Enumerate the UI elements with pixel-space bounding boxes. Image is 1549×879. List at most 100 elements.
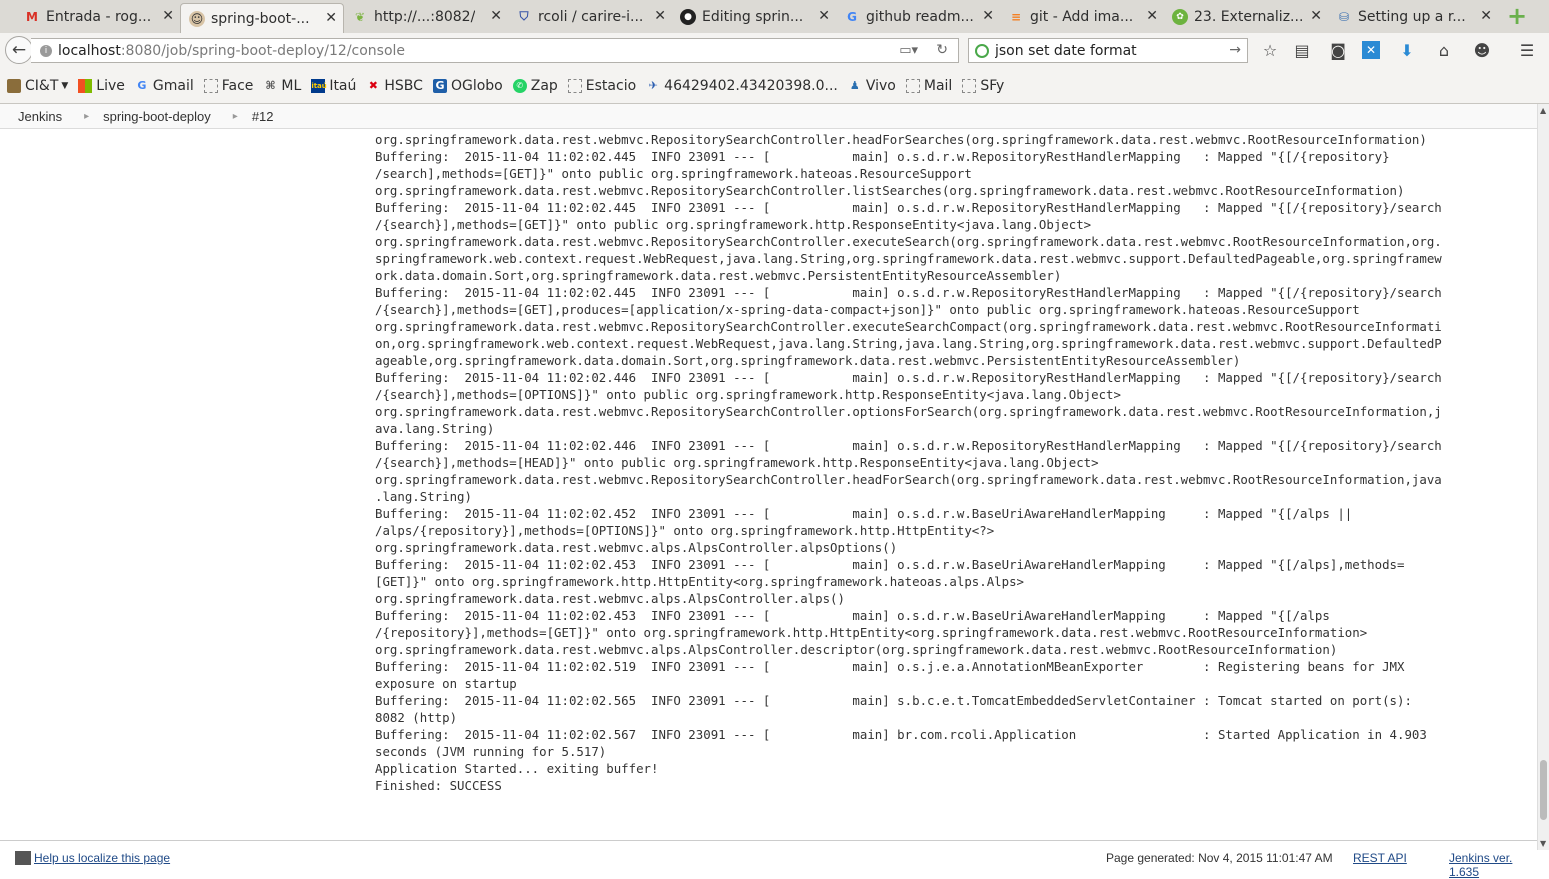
page-scrollbar[interactable]: ▲ ▼ [1537,104,1549,850]
console-line: Buffering: 2015-11-04 11:02:02.445 INFO … [375,149,1390,164]
close-icon[interactable]: ✕ [325,10,337,26]
bookmark-zap[interactable]: ✆ Zap [512,78,558,94]
jenkins-version-link[interactable]: Jenkins ver. 1.635 [1449,851,1537,879]
bookmark-live[interactable]: Live [78,78,125,94]
reader-view-icon[interactable]: ▭▾ [899,43,918,58]
scrollbar-thumb[interactable] [1540,760,1547,820]
scroll-up-icon[interactable]: ▲ [1540,106,1546,115]
back-button[interactable]: ← [5,36,33,64]
star-icon[interactable]: ☆ [1260,41,1280,61]
console-line: org.springframework.data.rest.webmvc.Rep… [375,132,1427,147]
chat-icon[interactable]: ☻ [1472,41,1492,61]
bookmarks-toolbar: CI&T ▼ Live G Gmail Face ⌘ ML itaú Itaú … [0,68,1549,104]
bookmark-face[interactable]: Face [203,78,253,94]
pocket-icon[interactable]: ◙ [1328,41,1348,61]
bookmark-hsbc[interactable]: ✖ HSBC [366,78,423,94]
close-icon[interactable]: ✕ [654,8,666,24]
folder-icon [7,78,21,93]
close-icon[interactable]: ✕ [162,8,174,24]
reload-icon[interactable]: ↻ [936,42,948,58]
console-line: [GET]}" onto org.springframework.http.Ht… [375,574,1025,589]
bookmark-vivo[interactable]: ♟ Vivo [848,78,896,94]
console-line: /{search}],methods=[GET],produces=[appli… [375,302,1360,317]
bookmark-gmail[interactable]: G Gmail [135,78,193,94]
console-line: /{repository}],methods=[GET]}" onto org.… [375,625,1368,640]
info-icon[interactable]: i [40,44,52,57]
close-icon[interactable]: ✕ [1310,8,1322,24]
tab-label: spring-boot-... [211,10,310,27]
bookmark-sfy[interactable]: SFy [962,78,1004,94]
console-line: org.springframework.data.rest.webmvc.Rep… [375,183,1405,198]
extension-icon[interactable]: ✕ [1362,41,1380,59]
close-icon[interactable]: ✕ [1480,8,1492,24]
search-bar[interactable]: → [968,38,1248,63]
bookmark-link[interactable]: ✈ 46429402.43420398.0... [646,78,838,94]
localize-help: Help us localize this page [15,851,170,865]
console-line: org.springframework.data.rest.webmvc.Rep… [375,472,1442,487]
console-line: org.springframework.data.rest.webmvc.alp… [375,642,1338,657]
tab-google[interactable]: G github readm... ✕ [836,2,1000,31]
close-icon[interactable]: ✕ [818,8,830,24]
close-icon[interactable]: ✕ [1146,8,1158,24]
help-localize-link[interactable]: Help us localize this page [34,851,170,865]
bookmark-itau[interactable]: itaú Itaú [311,78,356,94]
new-tab-icon[interactable]: + [1506,4,1528,28]
search-go-icon[interactable]: → [1229,42,1241,58]
github-icon: ● [680,8,696,25]
close-icon[interactable]: ✕ [490,8,502,24]
scroll-down-icon[interactable]: ▼ [1540,839,1546,848]
tab-gmail[interactable]: M Entrada - rog... ✕ [16,2,180,31]
download-icon[interactable]: ⬇ [1397,41,1417,61]
breadcrumb-jenkins[interactable]: Jenkins [0,109,62,124]
page-footer: Help us localize this page Page generate… [0,840,1537,879]
breadcrumb: Jenkins ▸ spring-boot-deploy ▸ #12 [0,104,1537,129]
bookmark-folder-cit[interactable]: CI&T ▼ [7,78,68,94]
console-line: Buffering: 2015-11-04 11:02:02.453 INFO … [375,557,1405,572]
console-line: on,org.springframework.web.context.reque… [375,336,1442,351]
tab-label: github readm... [866,8,974,25]
rest-api-link[interactable]: REST API [1353,851,1407,865]
ml-icon: ⌘ [265,78,276,92]
breadcrumb-separator-icon: ▸ [232,110,238,122]
console-line: /{search}],methods=[HEAD]}" onto public … [375,455,1099,470]
search-engine-icon[interactable] [975,43,989,58]
gmail-icon: M [26,9,38,24]
page-icon [567,78,582,93]
tab-label: git - Add ima... [1030,8,1134,25]
tab-spring-docs[interactable]: ✿ 23. Externaliz... ✕ [1164,2,1328,31]
translate-icon [15,851,31,865]
console-line: /alps/{repository}],methods=[OPTIONS]}" … [375,523,995,538]
search-input[interactable] [993,41,1227,60]
address-bar[interactable]: i localhost:8080/job/spring-boot-deploy/… [31,38,959,63]
google-icon: G [137,78,147,92]
menu-icon[interactable]: ☰ [1517,41,1537,61]
console-line: Buffering: 2015-11-04 11:02:02.445 INFO … [375,200,1442,215]
jenkins-icon: ☺ [189,10,205,27]
console-line: .lang.String) [375,489,472,504]
tab-jenkins[interactable]: ☺ spring-boot-... ✕ [180,3,344,33]
bookmark-estacio[interactable]: Estacio [567,78,636,94]
tab-setting-up[interactable]: ⛁ Setting up a r... ✕ [1328,2,1498,31]
bookmark-oglobo[interactable]: G OGlobo [432,78,503,94]
tab-stackoverflow[interactable]: ≡ git - Add ima... ✕ [1000,2,1164,31]
bookmark-mail[interactable]: Mail [905,78,952,94]
tab-label: Editing sprin... [702,8,804,25]
shield-icon: ⛉ [519,9,529,23]
tab-github-edit[interactable]: ● Editing sprin... ✕ [672,2,836,31]
console-line: Buffering: 2015-11-04 11:02:02.565 INFO … [375,693,1412,708]
page-icon [203,78,218,93]
tab-rcoli[interactable]: ⛉ rcoli / carire-i... ✕ [508,2,672,31]
console-line: Buffering: 2015-11-04 11:02:02.453 INFO … [375,608,1330,623]
close-icon[interactable]: ✕ [982,8,994,24]
bookmarks-list-icon[interactable]: ▤ [1292,41,1312,61]
itau-icon: itaú [311,78,327,93]
home-icon[interactable]: ⌂ [1434,41,1454,61]
console-line: org.springframework.data.rest.webmvc.alp… [375,540,898,555]
breadcrumb-job[interactable]: spring-boot-deploy [89,109,211,124]
tab-localhost[interactable]: ❦ http://...:8082/ ✕ [344,2,508,31]
tab-label: Setting up a r... [1358,8,1466,25]
breadcrumb-build[interactable]: #12 [238,109,274,124]
bookmark-ml[interactable]: ⌘ ML [263,78,301,94]
console-line: org.springframework.data.rest.webmvc.Rep… [375,404,1442,419]
tab-label: http://...:8082/ [374,8,476,25]
